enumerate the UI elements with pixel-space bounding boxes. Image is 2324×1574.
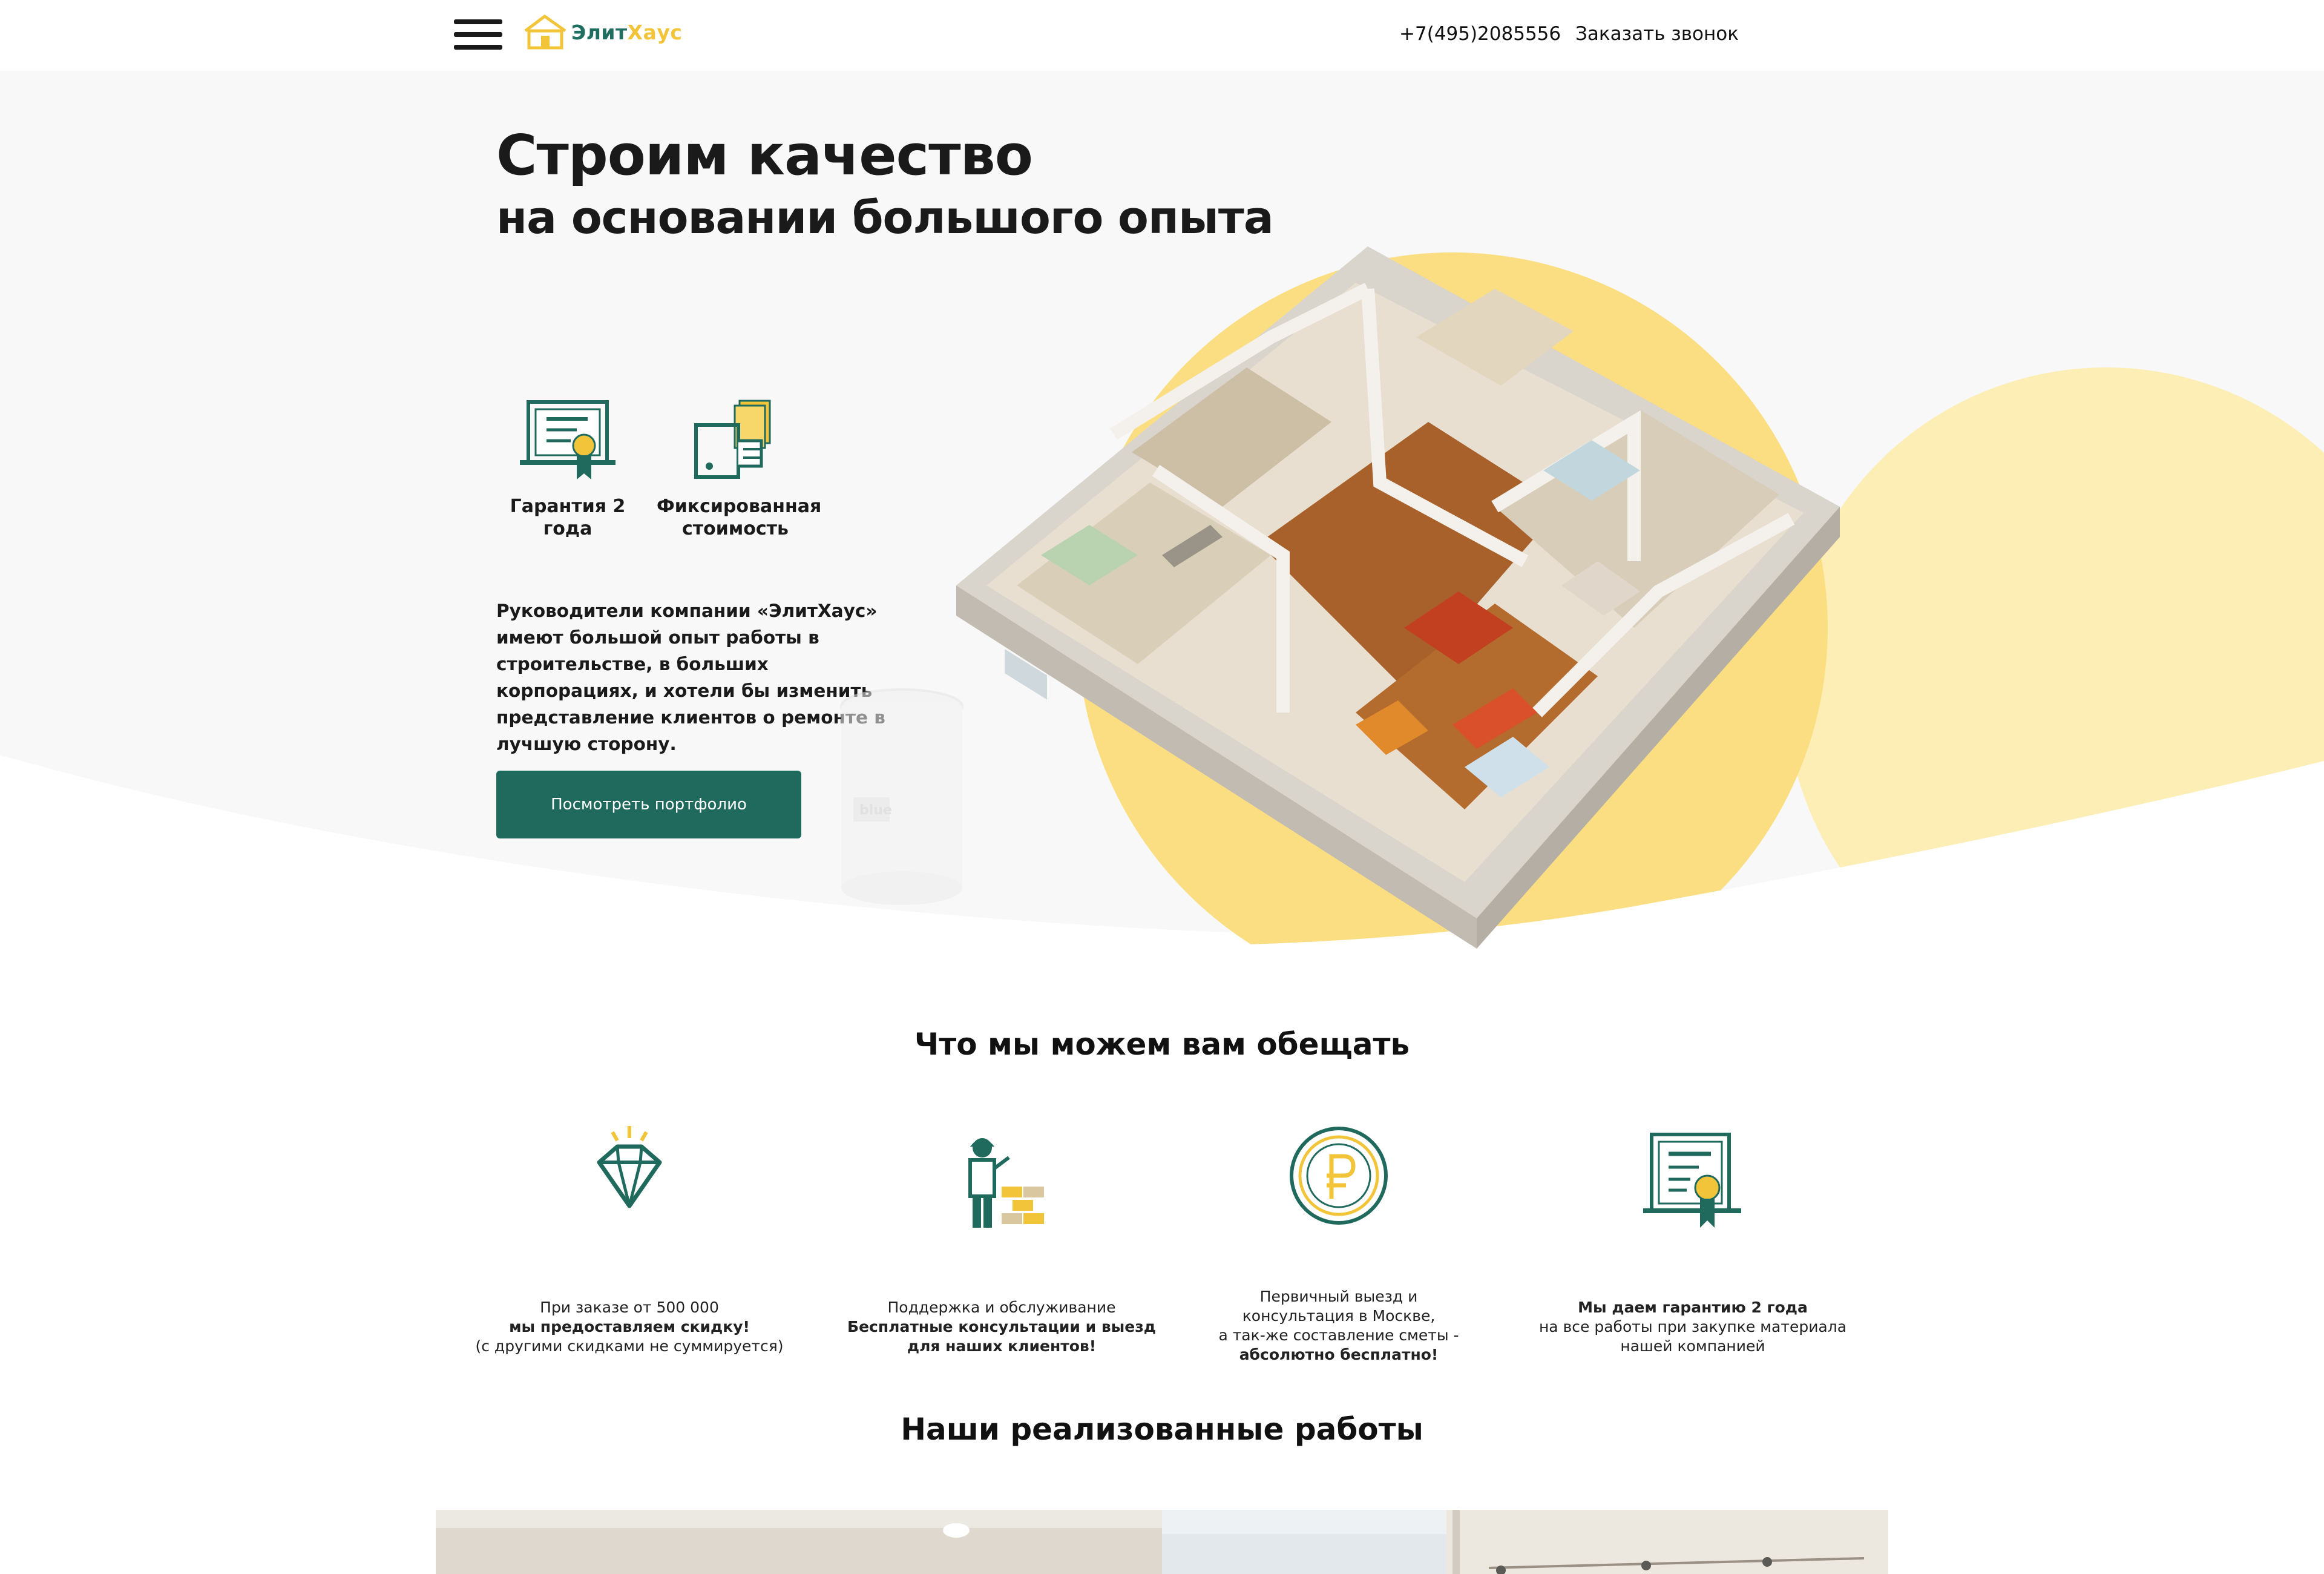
callback-link[interactable]: Заказать звонок [1575, 23, 1739, 45]
promise-support-text: Поддержка и обслуживание Бесплатные конс… [847, 1299, 1156, 1355]
phone-number[interactable]: +7(495)2085556 [1399, 23, 1561, 45]
certificate-icon [1643, 1133, 1741, 1228]
works-gallery[interactable] [436, 1510, 1888, 1574]
promise-free-visit-text: Первичный выезд и консультация в Москве,… [1218, 1288, 1459, 1363]
feature-fixed-price: Фиксированная стоимость [657, 395, 822, 540]
house-logo-icon [524, 14, 566, 50]
works-gallery-images [436, 1510, 1888, 1574]
apartment-3d-image [956, 246, 1840, 949]
promise-discount-text: При заказе от 500 000 мы предоставляем с… [475, 1299, 784, 1355]
paint-can-label: blue [859, 803, 892, 818]
promise-guarantee-text: Мы даем гарантию 2 года на все работы пр… [1538, 1299, 1847, 1355]
site-header: ЭлитХаус +7(495)2085556 Заказать звонок [0, 0, 2324, 71]
feature-guarantee: Гарантия 2 года [489, 395, 646, 540]
promises-title: Что мы можем вам обещать [914, 1027, 1410, 1062]
promise-discount: При заказе от 500 000 мы предоставляем с… [460, 1120, 799, 1355]
menu-icon[interactable] [454, 19, 502, 50]
portfolio-button[interactable]: Посмотреть портфолио [496, 771, 801, 838]
hero-section: Строим качество на основании большого оп… [0, 71, 2324, 979]
diamond-icon [597, 1126, 662, 1208]
ruble-coin-icon [1290, 1127, 1388, 1225]
works-title: Наши реализованные работы [901, 1412, 1423, 1447]
money-hand-icon [694, 400, 771, 479]
certificate-icon [520, 400, 615, 479]
logo-text: ЭлитХаус [571, 20, 683, 44]
builder-icon [968, 1138, 1044, 1228]
promise-guarantee: Мы даем гарантию 2 года на все работы пр… [1523, 1120, 1862, 1355]
feature-fixed-price-label: Фиксированная стоимость [657, 496, 822, 539]
feature-guarantee-label: Гарантия 2 года [510, 496, 626, 539]
promise-support: Поддержка и обслуживание Бесплатные конс… [832, 1120, 1171, 1355]
promise-free-visit: Первичный выезд и консультация в Москве,… [1169, 1120, 1508, 1363]
logo[interactable]: ЭлитХаус [523, 11, 682, 53]
